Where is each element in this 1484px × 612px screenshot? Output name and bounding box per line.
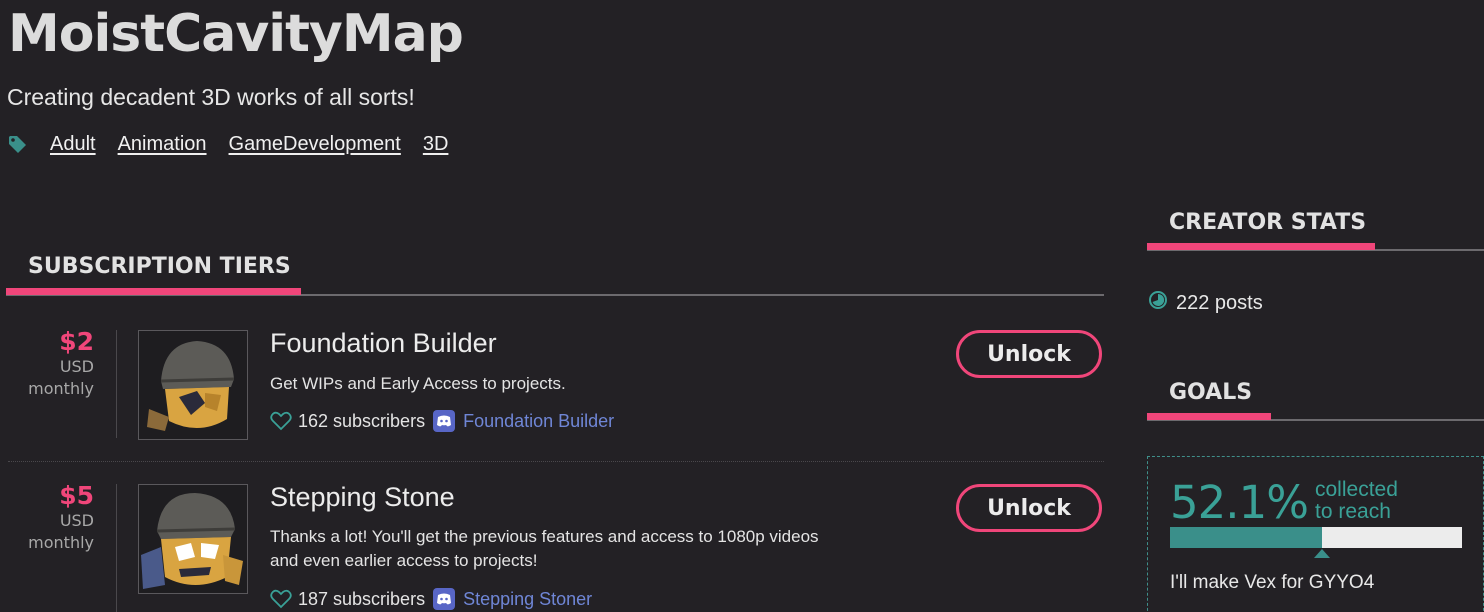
tier-price: $2 (59, 327, 94, 356)
section-accent (1147, 413, 1271, 420)
section-accent (6, 288, 301, 295)
tier-separator (8, 461, 1104, 462)
tier-thumbnail (138, 330, 248, 440)
tier-currency: USD (59, 511, 94, 530)
creator-tagline: Creating decadent 3D works of all sorts! (7, 84, 415, 110)
unlock-button[interactable]: Unlock (956, 330, 1102, 378)
tier-description: Get WIPs and Early Access to projects. (270, 374, 566, 393)
tier-meta: 187 subscribers Stepping Stoner (270, 587, 592, 611)
goal-reach-label: to reach (1315, 500, 1391, 523)
subscription-tiers-title: SUBSCRIPTION TIERS (28, 254, 291, 279)
discord-icon (432, 409, 456, 433)
tier-meta: 162 subscribers Foundation Builder (270, 409, 614, 433)
tier-period: monthly (28, 379, 94, 398)
tier-divider (116, 330, 117, 438)
tag-3d[interactable]: 3D (423, 133, 449, 156)
goal-collected-label: collected (1315, 478, 1398, 501)
tier-subscribers: 187 subscribers (298, 588, 426, 609)
tier-price-block: $2 USD monthly (4, 328, 94, 400)
posts-count: 222 posts (1176, 291, 1263, 314)
tier-currency: USD (59, 357, 94, 376)
tier-name: Foundation Builder (270, 328, 497, 358)
creator-name: MoistCavityMap (8, 4, 464, 64)
subscription-tiers-heading: SUBSCRIPTION TIERS (6, 250, 1104, 298)
tier-divider (116, 484, 117, 612)
posts-stat: 222 posts (1148, 290, 1263, 316)
goal-progress-fill (1170, 527, 1323, 548)
tag-animation[interactable]: Animation (118, 133, 207, 156)
tier-card: $2 USD monthly Foundation Builder Get WI… (0, 320, 1104, 450)
goal-progress-marker (1314, 549, 1331, 558)
discord-role-link[interactable]: Stepping Stoner (463, 589, 592, 610)
posts-icon (1148, 290, 1168, 316)
creator-page: MoistCavityMap Creating decadent 3D work… (0, 0, 1484, 612)
tag-list: Adult Animation GameDevelopment 3D (8, 133, 448, 156)
tag-icon (8, 135, 28, 155)
tier-subscribers: 162 subscribers (298, 410, 426, 431)
goal-percent: 52.1% (1170, 476, 1309, 529)
discord-role-link[interactable]: Foundation Builder (463, 411, 614, 432)
discord-icon (432, 587, 456, 611)
creator-stats-heading: CREATOR STATS (1147, 206, 1484, 254)
tier-period: monthly (28, 533, 94, 552)
goal-card: 52.1% collected to reach I'll make Vex f… (1147, 456, 1484, 612)
tier-thumbnail (138, 484, 248, 594)
section-accent (1147, 243, 1375, 250)
tier-name: Stepping Stone (270, 482, 455, 512)
tier-price-block: $5 USD monthly (4, 482, 94, 554)
tier-price: $5 (59, 481, 94, 510)
goal-description: I'll make Vex for GYYO4 (1170, 572, 1375, 593)
tier-card: $5 USD monthly Stepping Stone Thanks a l… (0, 474, 1104, 612)
tag-gamedevelopment[interactable]: GameDevelopment (229, 133, 401, 156)
goal-progress-bar (1170, 527, 1462, 548)
tag-adult[interactable]: Adult (50, 133, 96, 156)
heart-icon (270, 589, 292, 609)
heart-icon (270, 411, 292, 431)
unlock-button[interactable]: Unlock (956, 484, 1102, 532)
creator-stats-title: CREATOR STATS (1169, 210, 1367, 235)
goals-heading: GOALS (1147, 376, 1484, 424)
goals-title: GOALS (1169, 380, 1253, 405)
tier-description: Thanks a lot! You'll get the previous fe… (270, 527, 819, 570)
